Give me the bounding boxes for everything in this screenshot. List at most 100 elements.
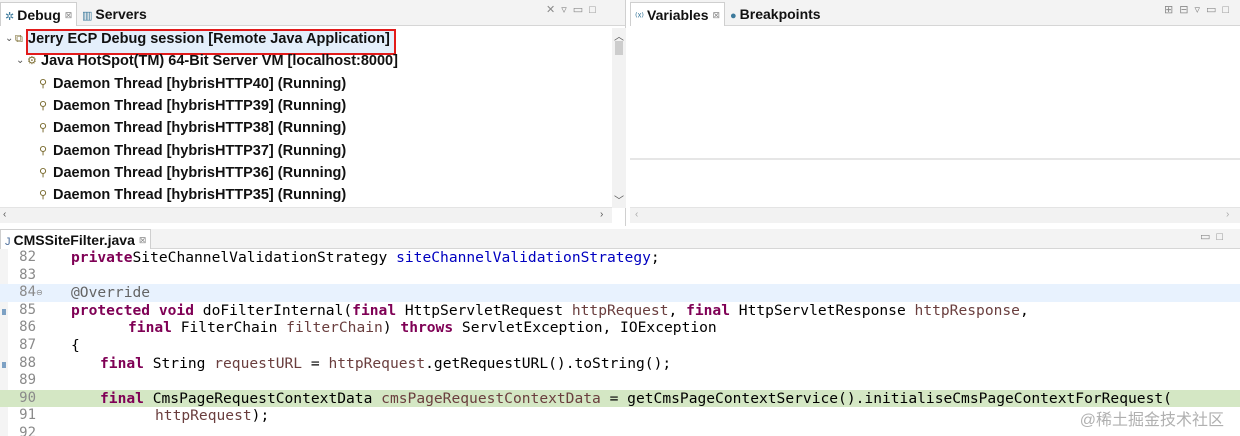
code-line[interactable]: 91 httpRequest); [0, 407, 1240, 425]
code-token: throws [400, 319, 454, 337]
code-token: = getCmsPageContextService().initialiseC… [600, 389, 1172, 407]
tab-cmssitefilter-java[interactable]: J CMSSiteFilter.java ⊠ [0, 229, 152, 249]
debug-icon: ✲ [5, 11, 15, 23]
code-token: final [352, 301, 397, 319]
code-line[interactable]: 83 [0, 267, 1240, 285]
code-token: final [128, 319, 172, 337]
close-icon[interactable]: ⊠ [139, 235, 147, 245]
code-line[interactable]: 85 protected void doFilterInternal(final … [0, 302, 1240, 320]
scroll-right-icon[interactable]: › [600, 209, 603, 220]
close-icon[interactable]: ⊠ [65, 10, 73, 20]
chevron-down-icon[interactable]: ⌄ [16, 50, 24, 72]
show-type-names-icon[interactable]: ⊞ [1164, 4, 1179, 16]
vm-icon: ⚙ [27, 55, 37, 67]
line-number: 89 [19, 372, 36, 389]
thread-running-icon: ⚲ [39, 145, 48, 157]
code-token: ServletException, IOException [453, 319, 717, 337]
tab-servers[interactable]: ▥ Servers [78, 2, 151, 26]
code-text: final FilterChain filterChain) throws Se… [128, 319, 717, 337]
code-token: final [100, 354, 144, 372]
code-token: { [71, 337, 80, 354]
code-line[interactable]: 89 [0, 372, 1240, 390]
tab-debug-label: Debug [17, 7, 61, 23]
code-token: httpRequest [155, 407, 252, 425]
scroll-thumb[interactable] [615, 41, 623, 55]
code-token: cmsPageRequestContextData [381, 389, 601, 407]
scroll-down-icon[interactable]: ﹀ [614, 192, 624, 207]
code-text: protected void doFilterInternal(final Ht… [71, 302, 1029, 320]
code-token: = [302, 354, 329, 372]
code-token: HttpServletResponse [730, 301, 915, 319]
minimize-icon[interactable]: ▭ [573, 4, 589, 16]
editor-tab-label: CMSSiteFilter.java [13, 232, 135, 248]
code-token: FilterChain [171, 319, 287, 337]
code-text: { [71, 337, 80, 355]
view-menu-icon[interactable]: ▿ [1194, 4, 1206, 16]
code-token: HttpServletRequest [396, 301, 572, 319]
code-text: final String requestURL = httpRequest.ge… [100, 355, 671, 373]
collapse-all-icon[interactable]: ⊟ [1179, 4, 1194, 16]
variables-horizontal-scrollbar[interactable]: ‹ › [630, 207, 1240, 223]
minimize-icon[interactable]: ▭ [1200, 231, 1216, 243]
breakpoints-icon: ● [730, 10, 737, 22]
code-token: ; [650, 249, 660, 266]
code-token: httpRequest [571, 301, 669, 319]
line-number: 92 [19, 425, 36, 436]
code-token: , [1019, 301, 1029, 319]
watermark: @稀土掘金技术社区 [1079, 412, 1224, 429]
tab-servers-label: Servers [95, 6, 147, 22]
variable-detail-pane[interactable] [630, 160, 1240, 207]
maximize-icon[interactable]: □ [589, 4, 602, 16]
tab-variables[interactable]: ⁽ˣ⁾ Variables ⊠ [630, 2, 726, 26]
view-menu-icon[interactable]: ▿ [561, 4, 573, 16]
scroll-left-icon[interactable]: ‹ [3, 209, 6, 220]
code-token: ) [382, 319, 401, 337]
scroll-left-icon[interactable]: ‹ [635, 209, 638, 220]
line-number: 87 [19, 337, 36, 353]
code-line[interactable]: 87 { [0, 337, 1240, 355]
code-line[interactable]: 82 privateSiteChannelValidationStrategy s… [0, 249, 1240, 267]
variables-tree[interactable] [630, 26, 1240, 158]
code-token: siteChannelValidationStrategy [396, 249, 651, 266]
code-text: @Override [71, 284, 150, 302]
minimize-icon[interactable]: ▭ [1206, 4, 1222, 16]
code-token: SiteChannelValidationStrategy [132, 249, 397, 266]
remove-terminated-icon[interactable]: ✕ [546, 4, 561, 16]
debug-vertical-scrollbar[interactable]: ︿ ﹀ [612, 28, 626, 208]
debug-horizontal-scrollbar[interactable]: ‹ › [0, 207, 612, 223]
tab-debug[interactable]: ✲ Debug ⊠ [0, 2, 78, 26]
maximize-icon[interactable]: □ [1216, 231, 1229, 243]
line-number: 86 [19, 319, 36, 336]
debug-view-toolbar: ✕▿▭□ [546, 3, 602, 16]
tab-variables-label: Variables [647, 7, 709, 23]
code-line[interactable]: 90 final CmsPageRequestContextData cmsPag… [0, 389, 1240, 408]
line-number: 82 [19, 249, 36, 265]
tab-breakpoints[interactable]: ● Breakpoints [726, 2, 825, 26]
line-number: 91 [19, 407, 36, 424]
debug-tab-bar: ✲ Debug ⊠ ▥ Servers ✕▿▭□ [0, 0, 625, 26]
tree-item-label: Jerry ECP Debug session [Remote Java App… [28, 31, 390, 47]
variables-view: ⁽ˣ⁾ Variables ⊠ ● Breakpoints ⊞⊟▿▭□ ‹ › [630, 0, 1240, 226]
java-file-icon: J [5, 236, 11, 248]
line-number: 83 [19, 266, 36, 283]
code-line[interactable]: 88 final String requestURL = httpRequest.… [0, 355, 1240, 373]
code-line[interactable]: 86 final FilterChain filterChain) throws … [0, 319, 1240, 337]
chevron-down-icon[interactable]: ⌄ [5, 28, 13, 50]
code-token: httpRequest [328, 354, 426, 372]
debug-view: ✲ Debug ⊠ ▥ Servers ✕▿▭□ ⌄ ⧉ Jerry ECP Debu… [0, 0, 626, 226]
code-token: requestURL [214, 354, 303, 372]
scroll-right-icon[interactable]: › [1226, 209, 1229, 220]
code-line[interactable]: 92 [0, 425, 1240, 436]
code-area[interactable]: 82 privateSiteChannelValidationStrategy s… [0, 249, 1240, 436]
variables-tab-bar: ⁽ˣ⁾ Variables ⊠ ● Breakpoints ⊞⊟▿▭□ [630, 0, 1240, 26]
code-token: private [71, 249, 133, 266]
close-icon[interactable]: ⊠ [713, 10, 721, 20]
code-line[interactable]: 84 ⊖ @Override [0, 284, 1240, 302]
tree-item-label: Java HotSpot(TM) 64-Bit Server VM [local… [41, 53, 398, 69]
tree-item-label: Daemon Thread [hybrisHTTP37] (Running) [53, 143, 347, 159]
debug-tree[interactable]: ⌄ ⧉ Jerry ECP Debug session [Remote Java… [0, 28, 612, 208]
fold-toggle-icon[interactable]: ⊖ [36, 288, 43, 297]
code-token: @Override [71, 284, 151, 302]
maximize-icon[interactable]: □ [1222, 4, 1235, 16]
variables-icon: ⁽ˣ⁾ [635, 11, 645, 23]
